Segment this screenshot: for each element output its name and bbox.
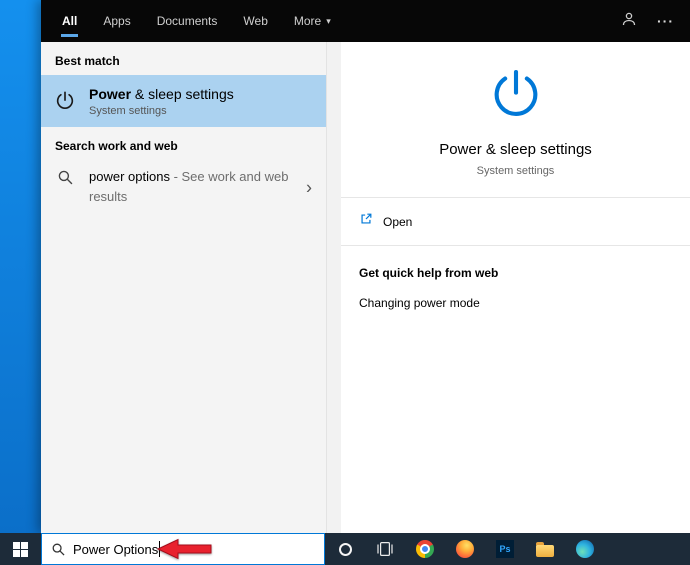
help-section: Get quick help from web Changing power m… bbox=[341, 246, 690, 330]
help-header: Get quick help from web bbox=[359, 266, 499, 280]
web-result-text: power options - See work and web results bbox=[89, 169, 289, 204]
best-match-header: Best match bbox=[55, 54, 120, 68]
open-label: Open bbox=[383, 214, 413, 229]
open-action[interactable]: Open bbox=[341, 198, 690, 246]
best-match-text: Power & sleep settings System settings bbox=[89, 86, 234, 117]
search-flyout: All Apps Documents Web More ▾ ··· Best m… bbox=[41, 0, 690, 533]
power-icon bbox=[41, 90, 89, 112]
task-view-icon bbox=[377, 542, 393, 556]
user-icon[interactable] bbox=[621, 11, 637, 32]
search-filter-bar: All Apps Documents Web More ▾ ··· bbox=[41, 0, 690, 42]
preview-subtitle: System settings bbox=[476, 165, 555, 177]
web-section-header: Search work and web bbox=[55, 139, 178, 153]
cortana-icon bbox=[338, 542, 352, 556]
preview-pane: Power & sleep settings System settings O… bbox=[341, 42, 690, 533]
annotation-arrow-icon bbox=[157, 538, 212, 560]
topbar-actions: ··· bbox=[621, 0, 690, 42]
chrome-button[interactable] bbox=[405, 533, 445, 565]
power-icon-large bbox=[341, 66, 690, 129]
file-explorer-button[interactable] bbox=[525, 533, 565, 565]
search-input-value: Power Options bbox=[73, 541, 159, 557]
tab-apps[interactable]: Apps bbox=[90, 0, 143, 42]
preview-title: Power & sleep settings bbox=[439, 141, 592, 158]
tab-more[interactable]: More ▾ bbox=[281, 0, 344, 42]
ellipsis-icon[interactable]: ··· bbox=[657, 13, 674, 29]
preview-header: Power & sleep settings System settings bbox=[341, 42, 690, 198]
cortana-button[interactable] bbox=[325, 533, 365, 565]
tab-web-label: Web bbox=[243, 14, 268, 28]
tab-all-label: All bbox=[62, 14, 78, 28]
chrome-icon bbox=[416, 540, 434, 558]
chevron-right-icon[interactable]: › bbox=[306, 178, 312, 199]
tab-all[interactable]: All bbox=[49, 0, 90, 42]
tab-documents[interactable]: Documents bbox=[144, 0, 231, 42]
open-icon bbox=[359, 212, 373, 231]
result-title: Power & sleep settings bbox=[89, 85, 234, 102]
photoshop-icon: Ps bbox=[496, 540, 514, 558]
tab-apps-label: Apps bbox=[103, 14, 131, 28]
tab-documents-label: Documents bbox=[156, 14, 218, 28]
web-search-result[interactable]: power options - See work and web results… bbox=[41, 160, 326, 216]
result-subtitle: System settings bbox=[89, 104, 167, 117]
firefox-icon bbox=[456, 540, 474, 558]
start-button[interactable] bbox=[0, 533, 41, 565]
taskbar: Power Options Ps bbox=[0, 533, 690, 565]
folder-icon bbox=[536, 541, 554, 557]
search-icon bbox=[41, 167, 89, 206]
tab-web[interactable]: Web bbox=[230, 0, 280, 42]
photoshop-button[interactable]: Ps bbox=[485, 533, 525, 565]
desktop-background bbox=[0, 0, 41, 533]
best-match-result[interactable]: Power & sleep settings System settings bbox=[41, 75, 326, 127]
screen: All Apps Documents Web More ▾ ··· Best m… bbox=[0, 0, 690, 565]
edge-icon bbox=[576, 540, 594, 558]
edge-button[interactable] bbox=[565, 533, 605, 565]
search-icon bbox=[52, 543, 65, 556]
tab-more-label: More bbox=[293, 14, 322, 28]
firefox-button[interactable] bbox=[445, 533, 485, 565]
help-link-changing-power-mode[interactable]: Changing power mode bbox=[359, 296, 672, 310]
task-view-button[interactable] bbox=[365, 533, 405, 565]
chevron-down-icon: ▾ bbox=[326, 15, 331, 26]
search-results-pane: Best match Power & sleep settings System… bbox=[41, 42, 327, 533]
windows-logo-icon bbox=[13, 541, 28, 557]
